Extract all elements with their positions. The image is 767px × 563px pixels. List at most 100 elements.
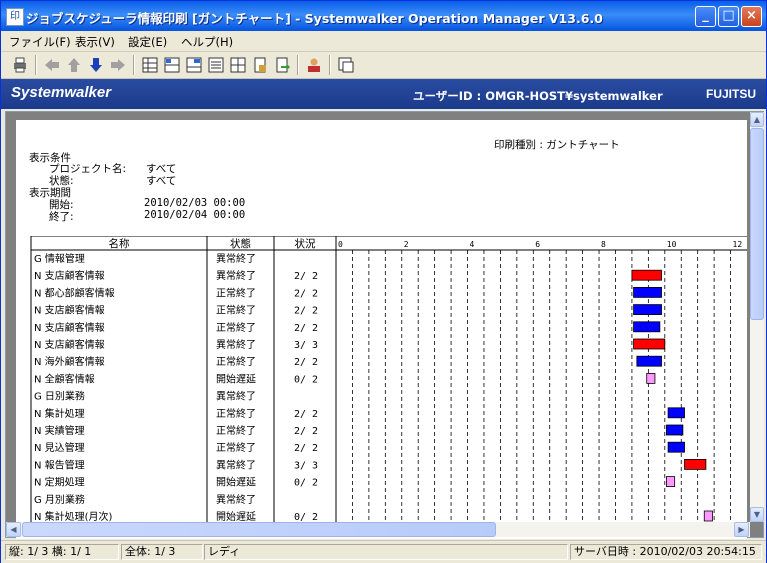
- gantt-chart: 名称 状態 状況 0 2 4 6 8 10 12G 情報管理 異常終了N 支店顧客情報 異常終了 2/ …: [30, 236, 747, 536]
- scroll-left-arrow[interactable]: ◀: [6, 522, 21, 537]
- gantt-bar-abnormal: [631, 269, 662, 281]
- horizontal-scrollbar[interactable]: ◀ ▶: [6, 522, 750, 537]
- window-icon: [338, 57, 354, 73]
- gantt-bar-normal: [633, 287, 662, 298]
- vertical-scrollbar[interactable]: ▲ ▼: [750, 112, 764, 522]
- scroll-down-arrow[interactable]: ▼: [750, 507, 764, 522]
- print-preview-page: 印刷種別 : ガントチャート 表示条件 プロジェクト名: すべて 状態: すべて…: [16, 120, 747, 539]
- row-status: 0/ 2: [294, 478, 318, 489]
- title-bar[interactable]: 印 ジョブスケジューラ情報印刷 [ガントチャート] - Systemwalker…: [1, 1, 766, 31]
- layout-button-1[interactable]: [141, 56, 159, 74]
- grid-icon: [142, 57, 158, 73]
- close-button[interactable]: ×: [741, 6, 762, 27]
- status-ready: レディ: [204, 544, 568, 560]
- layout-button-7[interactable]: [273, 56, 291, 74]
- layout-button-2[interactable]: [163, 56, 181, 74]
- scroll-down-button[interactable]: [87, 56, 105, 74]
- axis-tick-label: 4: [470, 240, 475, 249]
- document-icon: [254, 57, 266, 73]
- row-name: N 全顧客情報: [34, 372, 95, 385]
- scroll-up-button[interactable]: [65, 56, 83, 74]
- axis-tick-label: 0: [338, 240, 343, 249]
- scroll-left-button[interactable]: [43, 56, 61, 74]
- person-icon: [308, 58, 320, 72]
- gantt-bar-abnormal: [684, 458, 707, 470]
- gantt-bar-normal: [636, 355, 662, 367]
- row-name: N 支店顧客情報: [34, 338, 105, 351]
- menu-file[interactable]: ファイル(F): [9, 34, 71, 50]
- axis-tick-label: 12: [733, 240, 743, 249]
- vertical-scroll-thumb[interactable]: [750, 128, 764, 320]
- tree-grid-icon: [164, 57, 180, 73]
- scroll-right-arrow[interactable]: ▶: [734, 522, 749, 537]
- state-value: すべて: [146, 175, 177, 187]
- row-name: G 月別業務: [34, 493, 85, 506]
- row-name: N 見込管理: [34, 441, 85, 454]
- gantt-bar-normal: [633, 304, 662, 315]
- systemwalker-logo: Systemwalker: [11, 84, 112, 101]
- row-status: 2/ 2: [294, 357, 318, 368]
- maximize-button[interactable]: □: [718, 6, 739, 27]
- row-status: 2/ 2: [294, 288, 318, 299]
- row-state: 異常終了: [216, 390, 256, 403]
- user-id-label: ユーザーID : OMGR-HOST¥systemwalker: [413, 89, 663, 103]
- status-total: 全体: 1/ 3: [121, 544, 203, 560]
- gantt-bar-normal: [667, 441, 685, 453]
- menu-settings[interactable]: 設定(E): [128, 34, 167, 50]
- row-state: 異常終了: [216, 338, 256, 351]
- row-state: 開始遅延: [216, 476, 256, 489]
- gantt-bar-delayed: [666, 476, 676, 488]
- row-state: 異常終了: [216, 252, 256, 265]
- gantt-bar-delayed: [703, 510, 713, 522]
- row-name: N 海外顧客情報: [34, 355, 105, 368]
- status-page: 縦: 1/ 3 横: 1/ 1: [5, 544, 119, 560]
- operator-button[interactable]: [305, 56, 323, 74]
- row-status: 2/ 2: [294, 409, 318, 420]
- row-state: 正常終了: [216, 407, 256, 420]
- row-state: 異常終了: [216, 269, 256, 282]
- window-title: ジョブスケジューラ情報印刷 [ガントチャート] - Systemwalker O…: [26, 11, 603, 26]
- row-name: N 支店顧客情報: [34, 269, 105, 282]
- arrow-right-icon: [111, 59, 125, 71]
- row-name: N 実績管理: [34, 424, 85, 437]
- row-status: 2/ 2: [294, 323, 318, 334]
- gantt-bar-normal: [667, 407, 685, 419]
- arrow-up-icon: [68, 58, 80, 72]
- end-value: 2010/02/04 00:00: [144, 209, 246, 221]
- row-status: 3/ 3: [294, 460, 318, 471]
- application-window: 印 ジョブスケジューラ情報印刷 [ガントチャート] - Systemwalker…: [0, 0, 767, 563]
- horizontal-scroll-thumb[interactable]: [22, 522, 496, 537]
- row-state: 開始遅延: [216, 372, 256, 385]
- tree-icon: [186, 57, 202, 73]
- minimize-button[interactable]: _: [695, 6, 716, 27]
- row-name: N 報告管理: [34, 458, 85, 471]
- print-button[interactable]: [11, 56, 29, 74]
- layout-button-6[interactable]: [251, 56, 269, 74]
- row-status: 2/ 2: [294, 443, 318, 454]
- layout-button-5[interactable]: [229, 56, 247, 74]
- axis-tick-label: 10: [667, 240, 677, 249]
- start-value: 2010/02/03 00:00: [144, 197, 246, 209]
- row-state: 正常終了: [216, 321, 256, 334]
- printer-icon: [14, 57, 26, 73]
- gantt-bar-normal: [666, 424, 684, 436]
- fujitsu-logo: FUJITSU: [705, 87, 756, 101]
- row-state: 正常終了: [216, 304, 256, 317]
- arrow-down-icon: [90, 58, 102, 72]
- row-state: 正常終了: [216, 424, 256, 437]
- layout-button-4[interactable]: [207, 56, 225, 74]
- row-name: N 支店顧客情報: [34, 304, 105, 317]
- menu-view[interactable]: 表示(V): [75, 34, 115, 50]
- table-icon: [230, 57, 246, 73]
- axis-tick-label: 8: [601, 240, 606, 249]
- app-icon: 印: [6, 8, 24, 26]
- end-label: 終了:: [49, 211, 74, 223]
- scroll-right-button[interactable]: [109, 56, 127, 74]
- menu-help[interactable]: ヘルプ(H): [181, 34, 233, 50]
- window-button[interactable]: [337, 56, 355, 74]
- layout-button-3[interactable]: [185, 56, 203, 74]
- row-state: 正常終了: [216, 441, 256, 454]
- gantt-bar-delayed: [646, 372, 656, 384]
- row-state: 異常終了: [216, 493, 256, 506]
- scroll-up-arrow[interactable]: ▲: [750, 112, 764, 127]
